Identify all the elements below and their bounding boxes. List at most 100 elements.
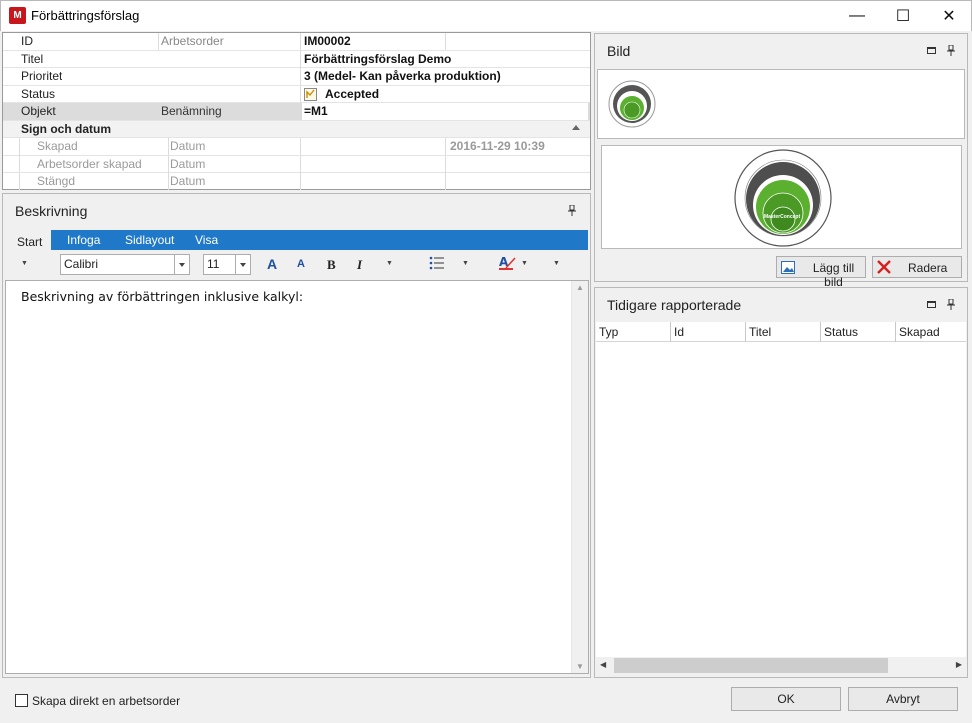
toolbar-overflow-chevron-icon[interactable]: ▼ (553, 260, 560, 267)
cancel-button[interactable]: Avbryt (848, 687, 958, 711)
logo-text: MasterConcept (764, 214, 801, 220)
property-value: Accepted (325, 86, 380, 101)
collapse-arrow-icon[interactable] (572, 124, 580, 130)
create-work-order-label: Skapa direkt en arbetsorder (32, 694, 181, 708)
property-sublabel: Datum (170, 174, 206, 188)
scroll-down-icon[interactable]: ▼ (576, 662, 584, 671)
bold-icon[interactable]: B (327, 257, 336, 273)
property-row-arbetsorder-skapad[interactable]: Arbetsorder skapad Datum (3, 155, 590, 173)
section-title: Sign och datum (21, 121, 111, 136)
property-row-prioritet[interactable]: Prioritet 3 (Medel- Kan påverka produkti… (3, 68, 590, 86)
property-sublabel: Arbetsorder (161, 34, 224, 48)
property-value: Förbättringsförslag Demo (304, 51, 452, 66)
chevron-down-icon[interactable] (174, 255, 189, 274)
font-family-value: Calibri (64, 257, 99, 271)
scroll-up-icon[interactable]: ▲ (576, 283, 584, 292)
text-color-chevron-icon[interactable]: ▼ (521, 260, 528, 267)
property-value: 2016-11-29 10:39 (450, 139, 545, 153)
more-format-chevron-icon[interactable]: ▼ (386, 260, 393, 267)
property-value: =M1 (302, 103, 588, 120)
property-row-stangd[interactable]: Stängd Datum (3, 173, 590, 191)
italic-icon[interactable]: I (357, 257, 362, 273)
property-value: IM00002 (304, 34, 351, 48)
toolbar-menu-chevron-icon[interactable]: ▼ (21, 260, 28, 267)
image-icon (781, 261, 795, 277)
app-logo-icon: M (9, 7, 26, 24)
tab-visa[interactable]: Visa (195, 233, 218, 247)
tab-infoga[interactable]: Infoga (67, 233, 100, 247)
history-table-body (596, 342, 966, 657)
image-preview: MasterConcept (601, 145, 962, 249)
window-title: Förbättringsförslag (31, 8, 140, 23)
property-row-id[interactable]: ID Arbetsorder IM00002 (3, 33, 590, 51)
property-label: Stängd (37, 174, 76, 188)
bullet-list-icon[interactable] (429, 256, 445, 273)
add-image-label: Lägg till bild (812, 261, 855, 289)
property-label: Titel (21, 51, 44, 66)
property-grid: ID Arbetsorder IM00002 Titel Förbättring… (2, 32, 591, 190)
tab-sidlayout[interactable]: Sidlayout (125, 233, 174, 247)
property-row-status[interactable]: Status Accepted (3, 85, 590, 103)
history-panel-title: Tidigare rapporterade (607, 297, 742, 313)
minimize-panel-icon[interactable] (927, 301, 936, 308)
description-editor[interactable]: Beskrivning av förbättringen inklusive k… (5, 280, 589, 674)
masterconcept-logo-image (731, 149, 835, 250)
pin-icon[interactable] (947, 44, 955, 59)
property-label: Skapad (37, 139, 78, 153)
create-work-order-checkbox[interactable] (15, 694, 28, 707)
property-label: Objekt (21, 104, 56, 118)
history-horizontal-scrollbar[interactable]: ◀ ▶ (596, 657, 966, 674)
formatting-toolbar: ▼ Calibri 11 A A B I ▼ ▼ A ▼ ▼ (5, 251, 588, 279)
property-label: Arbetsorder skapad (37, 156, 142, 171)
property-label: Prioritet (21, 69, 63, 83)
list-chevron-icon[interactable]: ▼ (462, 260, 469, 267)
add-image-button[interactable]: Lägg till bild (776, 256, 866, 289)
ribbon-tab-bar: Infoga Sidlayout Visa (5, 230, 588, 250)
thumbnail-strip (597, 69, 965, 139)
property-row-skapad[interactable]: Skapad Datum 2016-11-29 10:39 (3, 138, 590, 190)
tab-start[interactable]: Start (5, 230, 51, 251)
section-sign-och-datum[interactable]: Sign och datum (3, 120, 590, 138)
scrollbar-thumb[interactable] (614, 658, 888, 673)
shrink-font-icon[interactable]: A (297, 258, 305, 270)
property-sublabel: Datum (170, 156, 206, 171)
image-thumbnail[interactable] (608, 80, 656, 128)
property-sublabel: Benämning (161, 104, 222, 118)
font-family-select[interactable]: Calibri (60, 254, 190, 275)
property-row-objekt[interactable]: Objekt Benämning =M1 (3, 103, 590, 121)
image-panel-title: Bild (607, 43, 631, 59)
status-icon (304, 87, 317, 101)
pin-icon[interactable] (947, 298, 955, 313)
editor-vertical-scrollbar[interactable]: ▲ ▼ (571, 281, 588, 673)
font-size-select[interactable]: 11 (203, 254, 251, 275)
property-value: 3 (Medel- Kan påverka produktion) (304, 69, 501, 83)
title-bar (0, 0, 972, 31)
column-header-typ[interactable]: Typ (599, 325, 618, 339)
column-header-id[interactable]: Id (674, 325, 684, 339)
close-button[interactable]: ✕ (926, 0, 972, 31)
history-table-header: Typ Id Titel Status Skapad (596, 322, 966, 342)
delete-image-label: Radera (908, 261, 948, 275)
column-header-titel[interactable]: Titel (749, 325, 771, 339)
description-text[interactable]: Beskrivning av förbättringen inklusive k… (21, 289, 303, 304)
column-header-skapad[interactable]: Skapad (899, 325, 940, 339)
delete-icon (877, 260, 891, 277)
maximize-button[interactable]: ☐ (880, 0, 926, 31)
chevron-down-icon[interactable] (235, 255, 250, 274)
delete-image-button[interactable]: Radera (872, 256, 962, 278)
property-label: Status (21, 86, 56, 101)
scroll-right-icon[interactable]: ▶ (956, 660, 962, 669)
description-title: Beskrivning (15, 203, 88, 219)
font-size-value: 11 (207, 257, 220, 271)
minimize-button[interactable]: — (834, 0, 880, 31)
ok-button[interactable]: OK (731, 687, 841, 711)
property-sublabel: Datum (170, 139, 206, 153)
property-label: ID (21, 34, 33, 48)
column-header-status[interactable]: Status (824, 325, 858, 339)
minimize-panel-icon[interactable] (927, 47, 936, 54)
scroll-left-icon[interactable]: ◀ (600, 660, 606, 669)
text-color-icon[interactable]: A (499, 255, 517, 274)
property-row-titel[interactable]: Titel Förbättringsförslag Demo (3, 50, 590, 68)
grow-font-icon[interactable]: A (267, 256, 277, 272)
pin-icon[interactable] (568, 204, 576, 219)
